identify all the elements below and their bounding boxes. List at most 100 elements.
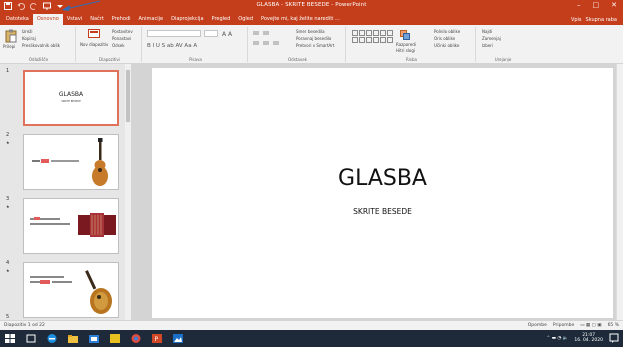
text-direction-button[interactable]: Smer besedila <box>296 29 325 35</box>
close-button[interactable]: ✕ <box>611 1 617 9</box>
store-icon[interactable] <box>88 333 100 344</box>
replace-button[interactable]: Zamenjaj <box>482 36 501 42</box>
arrange-icon[interactable] <box>400 30 410 40</box>
photos-icon[interactable] <box>172 333 184 344</box>
slide-counter: Diapozitiv 1 od 22 <box>4 323 45 328</box>
tab-osnovno[interactable]: Osnovno <box>32 14 63 25</box>
layout-button[interactable]: Postavitev <box>112 29 133 35</box>
thumbnail-number: 4 <box>6 260 10 266</box>
shape-icon[interactable] <box>359 37 365 43</box>
thumbnail-number: 1 <box>6 68 10 74</box>
align-text-button[interactable]: Poravnaj besedilo <box>296 36 331 42</box>
shape-icon[interactable] <box>366 37 372 43</box>
font-format-icons[interactable]: B I U S ab AV Aa A <box>147 41 243 48</box>
powerpoint-icon[interactable]: P <box>151 333 163 344</box>
system-tray: ⌃ ▬ ◔ 🔈 21:07 16. 04. 2020 <box>547 333 619 343</box>
tab-datoteka[interactable]: Datoteka <box>2 14 33 25</box>
tab-vstavi[interactable]: Vstavi <box>63 14 86 25</box>
font-name-box[interactable] <box>147 30 201 37</box>
shape-fill-button[interactable]: Polnilo oblike <box>434 29 460 35</box>
shape-icon[interactable] <box>359 30 365 36</box>
share-button[interactable]: Skupna raba <box>586 17 617 23</box>
shape-icon[interactable] <box>387 37 393 43</box>
format-painter-button[interactable]: Preslikovalnik oblik <box>22 43 60 49</box>
shape-icon[interactable] <box>380 37 386 43</box>
thumbnail-slide-1[interactable]: GLASBA SKRITE BESEDE <box>23 70 119 126</box>
title-bar: GLASBA - SKRITE BESEDE - PowerPoint – □ … <box>0 0 623 14</box>
slide-title[interactable]: GLASBA <box>152 166 613 191</box>
paste-icon[interactable] <box>5 29 17 43</box>
shape-icon[interactable] <box>380 30 386 36</box>
copy-button[interactable]: Kopiraj <box>22 36 36 42</box>
tab-diaprojekcija[interactable]: Diaprojekcija <box>167 14 207 25</box>
slide-editing-area: GLASBA SKRITE BESEDE <box>131 64 616 320</box>
new-slide-icon[interactable] <box>88 29 100 40</box>
notifications-icon[interactable] <box>609 333 619 343</box>
reset-button[interactable]: Ponastavi <box>112 36 131 42</box>
notes-button[interactable]: Opombe <box>528 323 547 328</box>
chrome-icon[interactable] <box>130 333 142 344</box>
edge-icon[interactable] <box>46 333 58 344</box>
thumbnail-number: 3 <box>6 196 10 202</box>
minimize-button[interactable]: – <box>577 1 581 9</box>
guitar-image <box>92 138 108 186</box>
shape-icon[interactable] <box>352 30 358 36</box>
slide-subtitle[interactable]: SKRITE BESEDE <box>152 207 613 216</box>
font-size-box[interactable] <box>204 30 218 37</box>
thumbnail-text-line <box>30 217 70 225</box>
font-size-grow-shrink-icon[interactable]: A A <box>222 30 244 37</box>
quick-styles-button[interactable]: Hitri slogi <box>396 48 415 54</box>
tray-icons[interactable]: ⌃ ▬ ◔ 🔈 <box>547 336 569 341</box>
account-area: Vpis Skupna raba <box>571 17 623 23</box>
tab-prehodi[interactable]: Prehodi <box>108 14 135 25</box>
task-view-icon[interactable] <box>25 333 37 344</box>
shape-icon[interactable] <box>387 30 393 36</box>
view-buttons[interactable]: ▭ ▦ ▢ ▣ <box>580 323 601 328</box>
editing-group: Najdi Zamenjaj Izberi Urejanje <box>478 27 528 62</box>
shape-icon[interactable] <box>352 37 358 43</box>
clipboard-group: Prilepi Izreži Kopiraj Preslikovalnik ob… <box>2 27 76 62</box>
tab-pregled[interactable]: Pregled <box>208 14 235 25</box>
svg-text:B I U S ab AV Aa A: B I U S ab AV Aa A <box>147 43 197 48</box>
current-slide[interactable]: GLASBA SKRITE BESEDE <box>152 68 613 318</box>
comments-button[interactable]: Pripombe <box>553 323 574 328</box>
editor-scrollbar[interactable] <box>616 64 623 320</box>
cut-button[interactable]: Izreži <box>22 29 33 35</box>
maximize-button[interactable]: □ <box>593 1 600 9</box>
svg-text:A A: A A <box>222 31 233 37</box>
status-bar: Diapozitiv 1 od 22 Opombe Pripombe ▭ ▦ ▢… <box>0 320 623 330</box>
shape-icon[interactable] <box>366 30 372 36</box>
drawing-group-label: Risba <box>406 57 417 62</box>
paragraph-align-icons[interactable] <box>253 30 293 48</box>
select-button[interactable]: Izberi <box>482 43 493 49</box>
tell-me-search[interactable]: Povejte mi, kaj želite narediti ... <box>257 14 344 25</box>
thumbnail-slide-2[interactable] <box>23 134 119 190</box>
tab-nacrt[interactable]: Načrt <box>86 14 108 25</box>
powerpoint-window: GLASBA - SKRITE BESEDE - PowerPoint – □ … <box>0 0 623 347</box>
thumbnail-number: 2 <box>6 132 10 138</box>
find-button[interactable]: Najdi <box>482 29 492 35</box>
smartart-button[interactable]: Pretvori v SmartArt <box>296 43 334 49</box>
paste-label[interactable]: Prilepi <box>3 44 15 50</box>
tab-animacije[interactable]: Animacije <box>135 14 168 25</box>
animation-marker-icon: ★ <box>6 140 10 145</box>
shape-icon[interactable] <box>373 37 379 43</box>
windows-start-icon[interactable] <box>4 333 16 344</box>
zoom-level[interactable]: 65 % <box>608 323 619 328</box>
thumbnail-slide-4[interactable] <box>23 262 119 318</box>
taskbar-clock[interactable]: 21:07 16. 04. 2020 <box>574 333 603 343</box>
font-group-label: Pisava <box>189 57 202 62</box>
thumbnails-scroll-thumb[interactable] <box>126 70 130 122</box>
thumbnail-slide-3[interactable] <box>23 198 119 254</box>
shapes-gallery[interactable] <box>352 30 393 43</box>
app-icon[interactable] <box>109 333 121 344</box>
new-slide-button[interactable]: Nov diapozitiv <box>80 42 110 52</box>
shape-effects-button[interactable]: Učinki oblike <box>434 43 459 49</box>
shape-icon[interactable] <box>373 30 379 36</box>
section-button[interactable]: Odsek <box>112 43 125 49</box>
tab-ogled[interactable]: Ogled <box>234 14 257 25</box>
sign-in-link[interactable]: Vpis <box>571 17 582 23</box>
slide-thumbnails-panel[interactable]: 1 GLASBA SKRITE BESEDE 2 ★ 3 ★ 4 ★ 5 <box>0 64 131 320</box>
shape-outline-button[interactable]: Oris oblike <box>434 36 455 42</box>
file-explorer-icon[interactable] <box>67 333 79 344</box>
